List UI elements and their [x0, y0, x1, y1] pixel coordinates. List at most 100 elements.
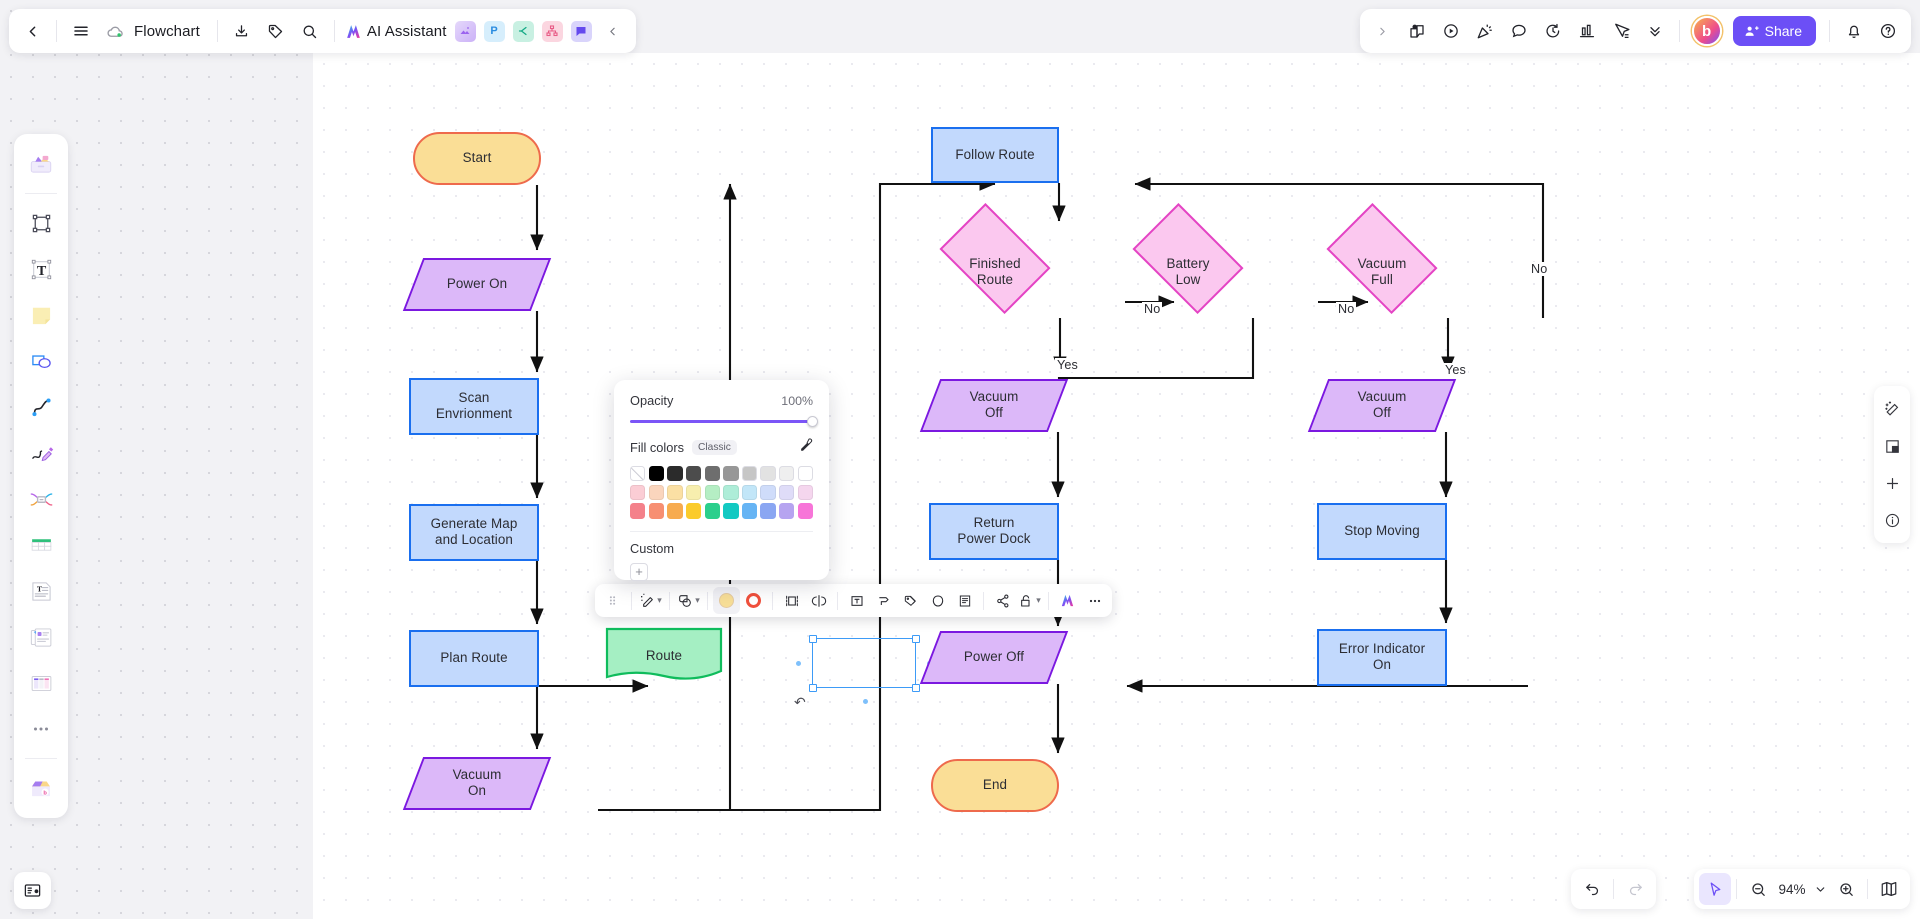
zoom-level-value[interactable]: 94%	[1774, 882, 1810, 897]
tags-button[interactable]	[897, 587, 924, 614]
document-title[interactable]: Flowchart	[132, 23, 210, 40]
color-swatch[interactable]	[667, 503, 683, 519]
back-button[interactable]	[15, 14, 49, 48]
celebrate-icon[interactable]	[1468, 14, 1502, 48]
color-swatch[interactable]	[779, 484, 795, 501]
color-swatch[interactable]	[704, 503, 720, 519]
minimap-toggle-button[interactable]	[1873, 873, 1905, 905]
color-swatch[interactable]	[760, 503, 776, 519]
history-clock-icon[interactable]	[1536, 14, 1570, 48]
color-swatch[interactable]	[648, 503, 665, 519]
sidebar-item-templates[interactable]	[19, 142, 63, 186]
mini-app-image-generator[interactable]	[454, 20, 476, 42]
color-swatch[interactable]	[741, 466, 758, 482]
add-custom-color-button[interactable]: +	[630, 562, 648, 581]
color-swatch[interactable]	[723, 503, 739, 519]
magic-wand-icon[interactable]	[1876, 391, 1908, 427]
color-swatch[interactable]	[779, 466, 795, 482]
sidebar-item-shapes[interactable]	[19, 339, 63, 383]
share-nodes-button[interactable]	[989, 587, 1016, 614]
horizontal-align-button[interactable]	[805, 587, 832, 614]
color-swatch[interactable]	[797, 466, 814, 482]
color-swatch[interactable]	[648, 466, 665, 482]
sidebar-item-mindmap[interactable]	[19, 477, 63, 521]
sidebar-item-ai-box[interactable]: b	[19, 766, 63, 810]
sidebar-item-table[interactable]	[19, 523, 63, 567]
ai-assistant-button[interactable]: AI Assistant	[342, 22, 451, 41]
color-swatch[interactable]	[779, 503, 795, 519]
vertical-align-button[interactable]	[778, 587, 805, 614]
mini-app-mindmap[interactable]	[512, 20, 534, 42]
color-swatch[interactable]	[704, 484, 720, 501]
sidebar-item-pen[interactable]	[19, 431, 63, 475]
color-swatch[interactable]	[760, 466, 776, 482]
border-color-button[interactable]	[740, 587, 767, 614]
sidebar-item-more[interactable]	[19, 707, 63, 751]
sidebar-item-sticky-note[interactable]	[19, 293, 63, 337]
color-swatch[interactable]	[648, 484, 665, 501]
tag-icon[interactable]	[259, 14, 293, 48]
chevron-down-icon[interactable]	[1810, 873, 1830, 905]
menu-button[interactable]	[64, 14, 98, 48]
redo-button[interactable]	[1619, 873, 1651, 905]
sidebar-item-frame[interactable]	[19, 201, 63, 245]
opacity-slider[interactable]	[630, 416, 818, 427]
sidebar-item-kanban[interactable]	[19, 661, 63, 705]
fill-color-button[interactable]	[713, 587, 740, 614]
color-swatch[interactable]	[741, 484, 758, 501]
mini-app-chat[interactable]	[570, 20, 592, 42]
shape-picker-button[interactable]: ▾	[675, 587, 702, 614]
color-swatch[interactable]	[630, 503, 646, 519]
palette-tag[interactable]: Classic	[692, 439, 737, 455]
info-icon[interactable]	[1876, 502, 1908, 538]
color-swatch[interactable]	[760, 484, 776, 501]
undo-button[interactable]	[1576, 873, 1608, 905]
chevron-down-icon[interactable]: ▾	[1034, 595, 1041, 606]
color-swatch[interactable]	[667, 484, 683, 501]
color-swatch[interactable]	[630, 484, 646, 501]
color-swatch[interactable]	[685, 503, 702, 519]
zoom-in-button[interactable]	[1830, 873, 1862, 905]
eyedropper-icon[interactable]	[798, 437, 813, 457]
color-swatch[interactable]	[630, 466, 646, 482]
search-icon[interactable]	[293, 14, 327, 48]
opacity-slider-knob[interactable]	[807, 416, 818, 427]
color-swatch[interactable]	[685, 484, 702, 501]
minimap-icon[interactable]	[1876, 428, 1908, 464]
bing-copilot-button[interactable]: b	[1691, 16, 1722, 46]
cursor-select-button[interactable]	[1699, 873, 1731, 905]
share-button[interactable]: Share	[1732, 16, 1816, 46]
mini-app-diagram[interactable]	[541, 20, 563, 42]
chevron-double-down-icon[interactable]	[1638, 14, 1672, 48]
cursor-share-icon[interactable]	[1604, 14, 1638, 48]
ai-sparkle-button[interactable]	[1054, 587, 1081, 614]
color-swatch[interactable]	[723, 466, 739, 482]
help-circle-icon[interactable]	[1871, 14, 1905, 48]
color-swatch[interactable]	[723, 484, 739, 501]
color-swatch[interactable]	[741, 503, 758, 519]
mini-app-presentation[interactable]: P	[483, 20, 505, 42]
color-swatch[interactable]	[797, 503, 814, 519]
lock-button[interactable]: ▾	[1016, 587, 1043, 614]
sidebar-item-document[interactable]: T	[19, 569, 63, 613]
notes-button[interactable]	[951, 587, 978, 614]
chevron-down-icon[interactable]: ▾	[693, 595, 700, 606]
color-swatch[interactable]	[797, 484, 814, 501]
style-picker-button[interactable]: ▾	[637, 587, 664, 614]
shape-outline-button[interactable]	[924, 587, 951, 614]
collapse-apps-button[interactable]	[596, 14, 630, 48]
play-circle-icon[interactable]	[1434, 14, 1468, 48]
zoom-out-button[interactable]	[1742, 873, 1774, 905]
chart-icon[interactable]	[1570, 14, 1604, 48]
drag-handle-icon[interactable]	[599, 587, 626, 614]
comment-flag-button[interactable]	[870, 587, 897, 614]
chevron-down-icon[interactable]: ▾	[655, 595, 662, 606]
color-swatch[interactable]	[704, 466, 720, 482]
notification-bell-icon[interactable]	[1837, 14, 1871, 48]
sidebar-item-text[interactable]: T	[19, 247, 63, 291]
sidebar-item-connector[interactable]	[19, 385, 63, 429]
comment-icon[interactable]	[1502, 14, 1536, 48]
add-icon[interactable]	[1876, 465, 1908, 501]
expand-toolbar-button[interactable]	[1366, 14, 1400, 48]
text-format-button[interactable]	[843, 587, 870, 614]
